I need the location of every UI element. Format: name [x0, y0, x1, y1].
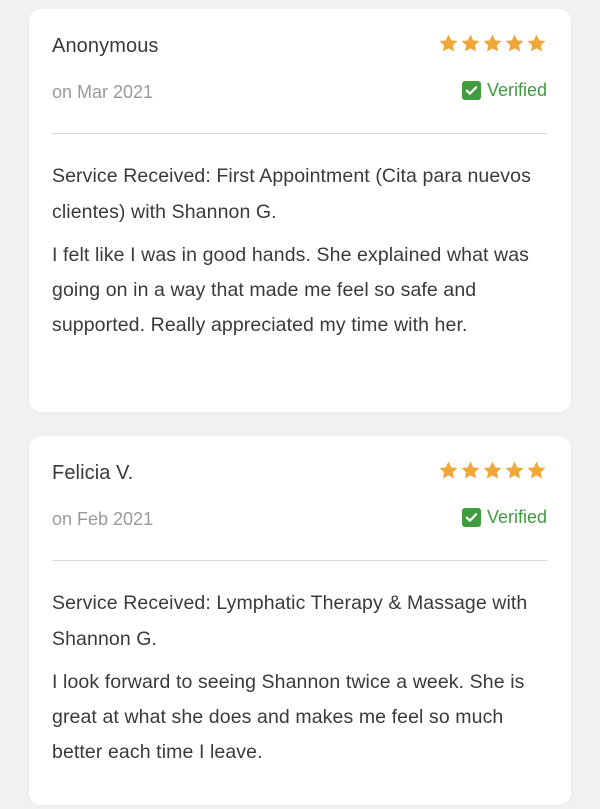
service-received: Service Received: Lymphatic Therapy & Ma… — [52, 592, 528, 650]
review-list: Anonymous on Mar 2021 Verified Service R… — [0, 0, 600, 809]
review-date: on Feb 2021 — [52, 509, 154, 529]
star-icon — [505, 461, 524, 479]
check-icon — [461, 81, 481, 100]
star-icon — [461, 461, 480, 479]
review-card: Anonymous on Mar 2021 Verified Service R… — [29, 9, 571, 412]
star-rating — [438, 460, 547, 481]
divider — [52, 560, 547, 561]
star-icon — [483, 461, 502, 479]
review-date: on Mar 2021 — [52, 82, 154, 102]
verified-label: Verified — [486, 507, 547, 527]
review-text: I look forward to seeing Shannon twice a… — [52, 671, 525, 763]
review-card: Felicia V. on Feb 2021 Verified Service … — [29, 436, 571, 805]
reviewer-name: Anonymous — [52, 35, 159, 57]
star-icon — [527, 34, 546, 52]
star-icon — [483, 34, 502, 52]
star-icon — [461, 34, 480, 52]
check-icon — [461, 508, 481, 527]
verified-badge: Verified — [461, 507, 547, 528]
verified-badge: Verified — [461, 80, 547, 101]
star-rating — [438, 33, 547, 54]
service-received: Service Received: First Appointment (Cit… — [52, 165, 531, 223]
divider — [52, 133, 547, 134]
verified-label: Verified — [486, 80, 547, 100]
review-header: Anonymous on Mar 2021 Verified — [52, 9, 547, 133]
star-icon — [527, 461, 546, 479]
star-icon — [439, 461, 458, 479]
reviewer-name: Felicia V. — [52, 462, 134, 484]
star-icon — [439, 34, 458, 52]
review-header: Felicia V. on Feb 2021 Verified — [52, 436, 547, 560]
star-icon — [505, 34, 524, 52]
review-text: I felt like I was in good hands. She exp… — [52, 244, 530, 336]
